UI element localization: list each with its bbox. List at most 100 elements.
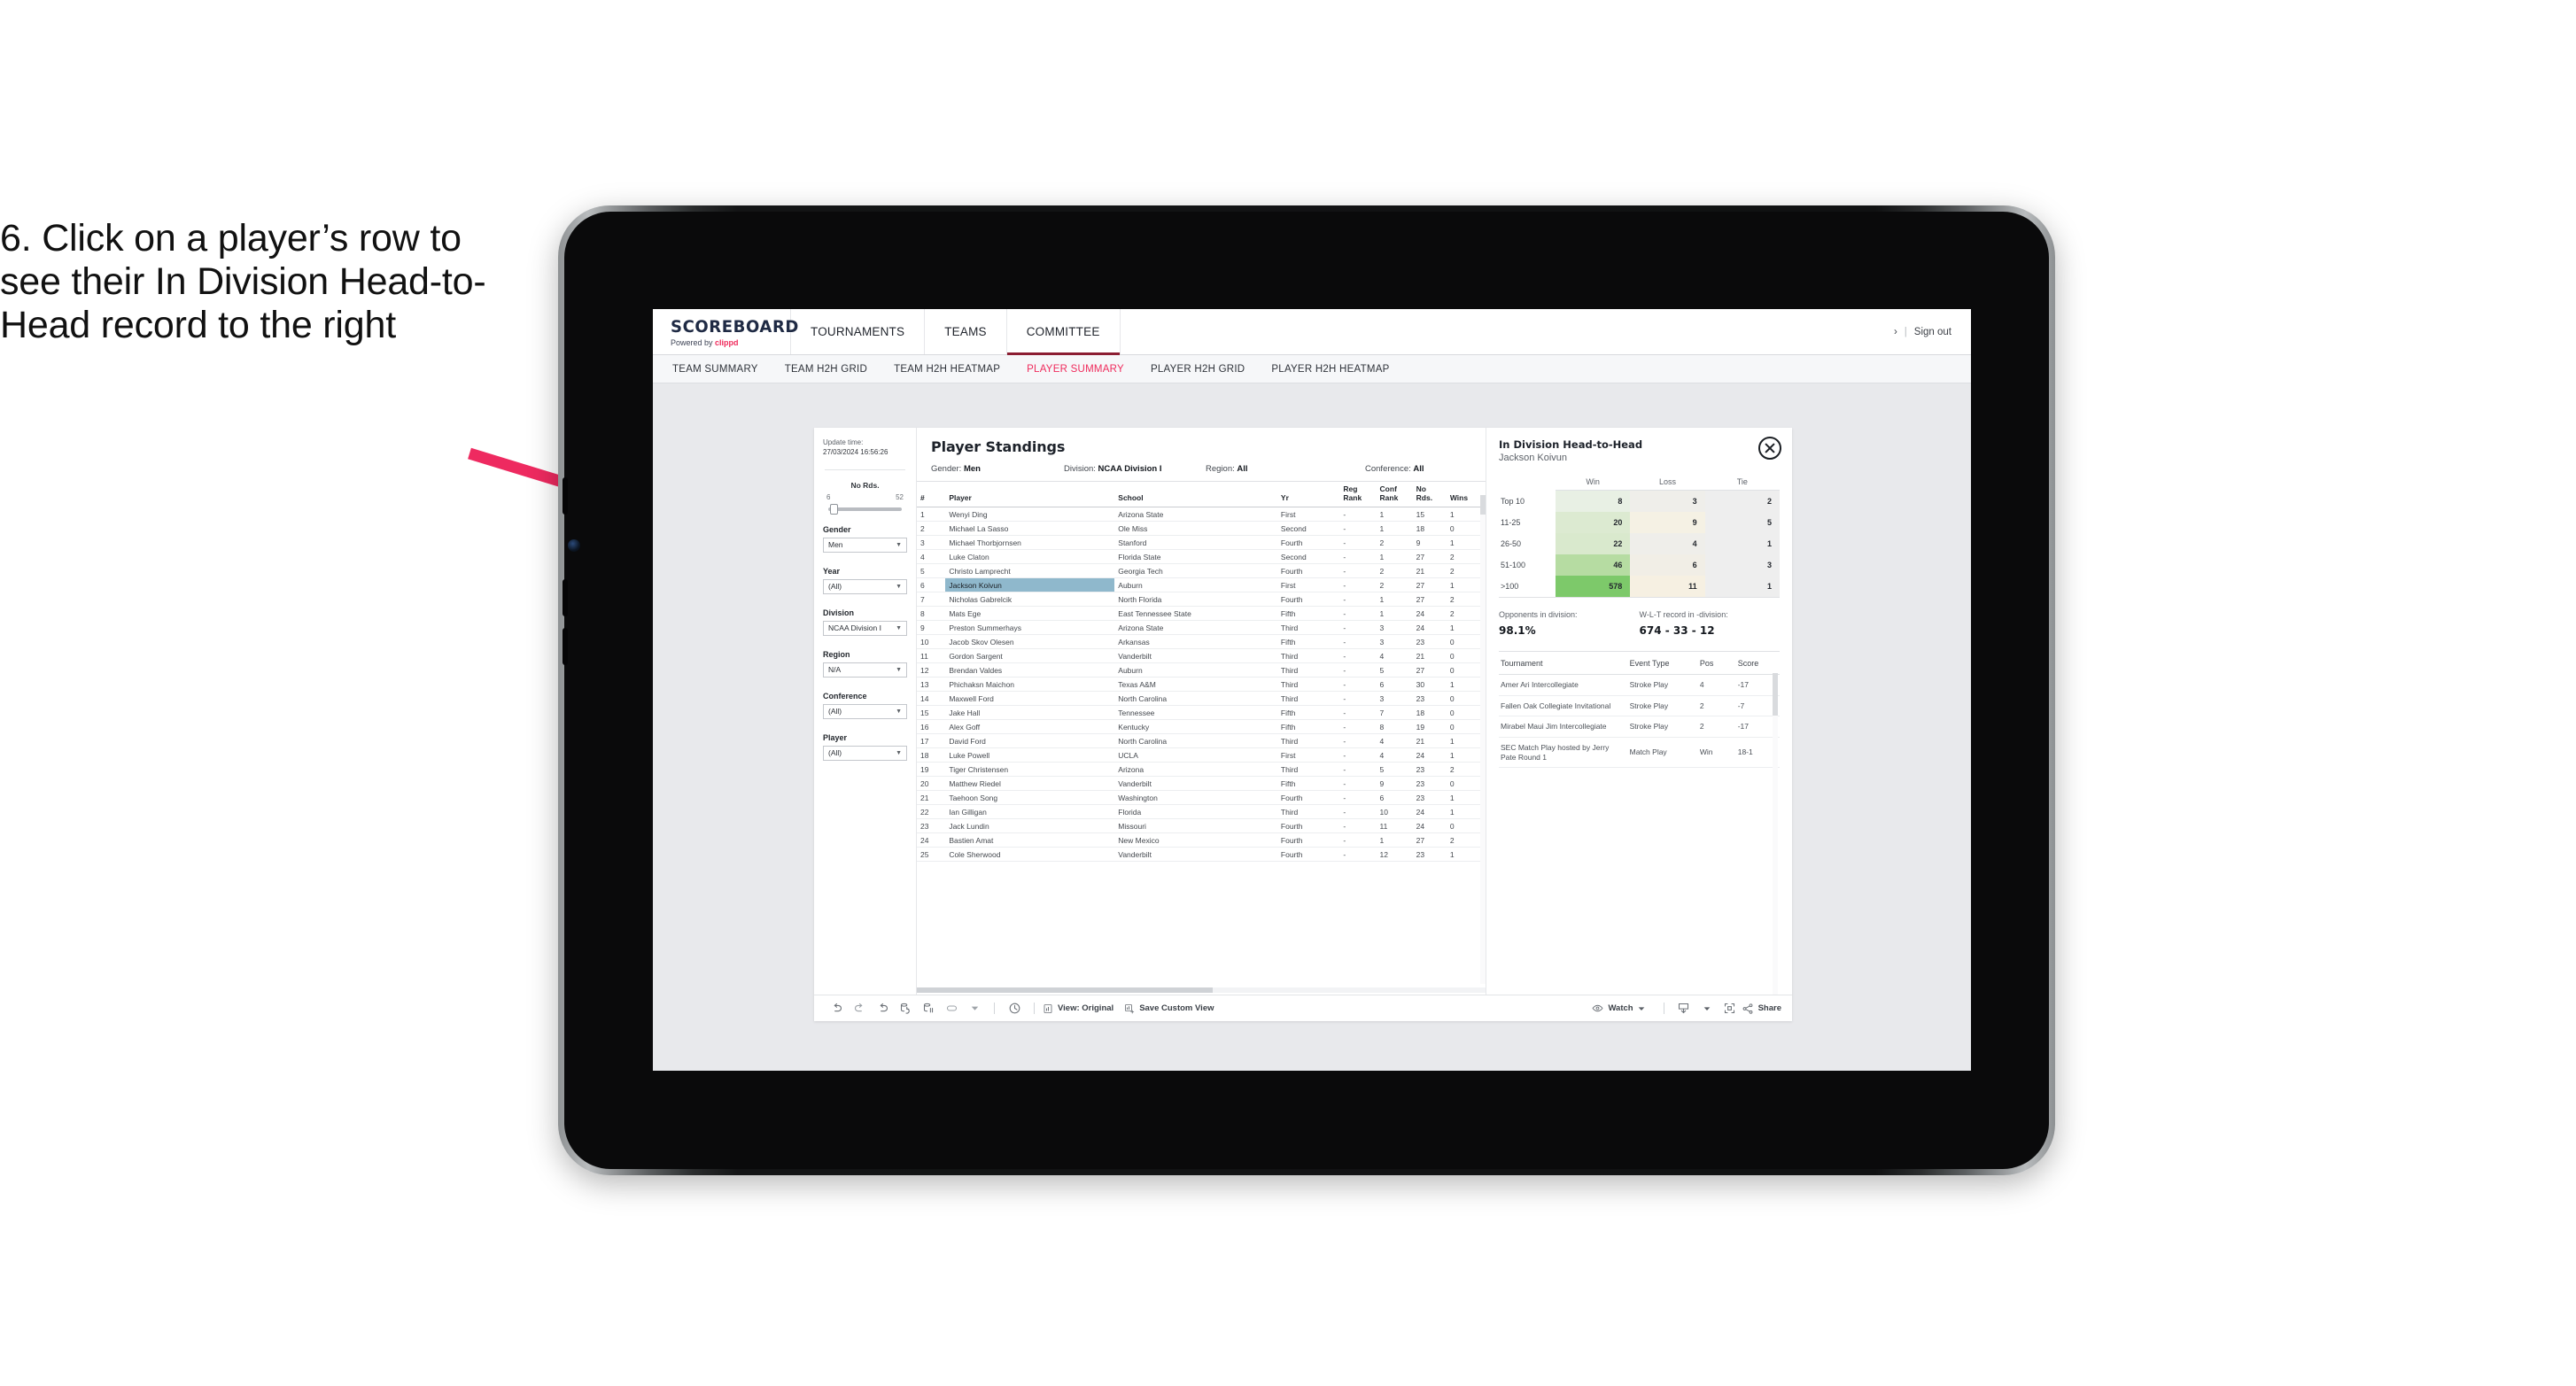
h2h-row: 51-100 46 6 3 (1499, 554, 1780, 576)
cell-rank: 11 (917, 648, 946, 663)
save-custom-view-button[interactable]: Save Custom View (1124, 1003, 1214, 1014)
tourney-scrollbar[interactable] (1773, 673, 1778, 995)
refresh-data-icon[interactable] (894, 999, 917, 1018)
table-row[interactable]: 22 Ian Gilligan Florida Third -10 24 1 (917, 804, 1486, 819)
slider-track[interactable] (828, 503, 902, 515)
redo-icon[interactable] (848, 999, 871, 1018)
tab-player-h2h-grid[interactable]: PLAYER H2H GRID (1151, 364, 1245, 375)
nav-item-tournaments[interactable]: TOURNAMENTS (791, 309, 926, 354)
col-rank[interactable]: # (917, 481, 946, 507)
table-row[interactable]: 17 David Ford North Carolina Third -4 21 1 (917, 733, 1486, 748)
table-row[interactable]: 11 Gordon Sargent Vanderbilt Third -4 21 0 (917, 648, 1486, 663)
table-row[interactable]: 16 Alex Goff Kentucky Fifth -8 19 0 (917, 719, 1486, 734)
download-icon[interactable] (1672, 999, 1695, 1018)
col-player[interactable]: Player (945, 481, 1115, 507)
tablet-device-frame: SCOREBOARD Powered by clippd TOURNAMENTS… (558, 205, 2055, 1175)
cell-player: Preston Summerhays (945, 620, 1115, 635)
cell-school: Arkansas (1114, 634, 1277, 649)
table-row[interactable]: 1 Wenyi Ding Arizona State First -1 15 1 (917, 507, 1486, 522)
filter-conference: Conference (All) ▼ (823, 692, 907, 719)
revert-icon[interactable] (871, 999, 894, 1018)
table-row[interactable]: 3 Michael Thorbjornsen Stanford Fourth -2 9 1 (917, 535, 1486, 550)
table-row[interactable]: 9 Preston Summerhays Arizona State Third -3 2… (917, 620, 1486, 635)
tourney-thead: Tournament Event Type Pos Score (1499, 659, 1780, 675)
tourney-tbody: Amer Ari Intercollegiate Stroke Play 4 -17 F… (1499, 674, 1780, 769)
nav-item-teams[interactable]: TEAMS (925, 309, 1007, 354)
filter-year-select[interactable]: (All) ▼ (823, 578, 907, 594)
table-row[interactable]: 20 Matthew Riedel Vanderbilt Fifth -9 23 0 (917, 776, 1486, 791)
cell-reg-rank: - (1339, 818, 1377, 833)
nav-item-committee[interactable]: COMMITTEE (1006, 309, 1121, 355)
table-row[interactable]: 24 Bastien Amat New Mexico Fourth -1 27 2 (917, 832, 1486, 848)
table-row[interactable]: 12 Brendan Valdes Auburn Third -5 27 0 (917, 662, 1486, 678)
table-row[interactable]: 13 Phichaksn Maichon Texas A&M Third -6 30 1 (917, 677, 1486, 692)
filter-gender-select[interactable]: Men ▼ (823, 537, 907, 553)
undo-icon[interactable] (825, 999, 848, 1018)
no-rounds-slider[interactable]: No Rds. 6 52 (823, 481, 907, 515)
close-circle-icon[interactable] (1758, 437, 1781, 460)
volume-up-button[interactable] (563, 477, 568, 515)
power-button[interactable] (563, 628, 568, 665)
filter-conference-label: Conference (823, 691, 867, 701)
toolbar-right-group: Watch Share (1592, 999, 1781, 1018)
table-row[interactable]: 14 Maxwell Ford North Carolina Third -3 23 0 (917, 691, 1486, 706)
chevron-down-icon: ▼ (896, 749, 902, 756)
volume-down-button[interactable] (563, 579, 568, 616)
fullscreen-icon[interactable] (1719, 999, 1742, 1018)
filter-conference-select[interactable]: (All) ▼ (823, 703, 907, 719)
tab-team-h2h-heatmap[interactable]: TEAM H2H HEATMAP (894, 364, 1000, 375)
table-row[interactable]: 19 Tiger Christensen Arizona Third -5 23 2 (917, 762, 1486, 777)
col-school[interactable]: School (1114, 481, 1277, 507)
table-row[interactable]: 23 Jack Lundin Missouri Fourth -11 24 0 (917, 818, 1486, 833)
col-no-rds[interactable]: No Rds. (1412, 481, 1447, 507)
tab-player-summary[interactable]: PLAYER SUMMARY (1027, 364, 1124, 375)
table-row[interactable]: 6 Jackson Koivun Auburn First -2 27 1 (917, 577, 1486, 592)
tournament-results-wrap: Tournament Event Type Pos Score Amer Ari… (1499, 651, 1780, 995)
filter-region-select[interactable]: N/A ▼ (823, 662, 907, 678)
table-row[interactable]: 7 Nicholas Gabrelcik North Florida Fourth -1… (917, 592, 1486, 607)
share-button[interactable]: Share (1742, 1003, 1781, 1015)
table-row[interactable]: 8 Mats Ege East Tennessee State Fifth -1 24 2 (917, 606, 1486, 621)
h2h-win-cell: 8 (1556, 490, 1631, 512)
table-row[interactable]: 21 Taehoon Song Washington Fourth -6 23 1 (917, 790, 1486, 805)
slider-handle[interactable] (830, 503, 838, 515)
cell-yr: Second (1276, 521, 1340, 536)
table-row[interactable]: 4 Luke Claton Florida State Second -1 27 2 (917, 549, 1486, 564)
standings-thead: # Player School Yr Reg Rank Conf Rank No… (917, 481, 1486, 507)
user-chevron-icon[interactable]: › (1894, 327, 1897, 337)
highlight-icon[interactable] (940, 999, 963, 1018)
chevron-down-icon[interactable] (1695, 999, 1719, 1018)
cell-school: Arizona (1114, 762, 1277, 777)
horizontal-scrollbar-thumb[interactable] (917, 987, 1213, 993)
tab-team-h2h-grid[interactable]: TEAM H2H GRID (785, 364, 867, 375)
cell-yr: Fourth (1276, 592, 1340, 607)
filter-division-select[interactable]: NCAA Division I ▼ (823, 620, 907, 636)
cell-school: Vanderbilt (1114, 648, 1277, 663)
history-icon[interactable] (1003, 999, 1026, 1018)
cell-yr: Fourth (1276, 847, 1340, 862)
cell-no-rds: 27 (1412, 832, 1447, 848)
table-row[interactable]: 10 Jacob Skov Olesen Arkansas Fifth -3 23 0 (917, 634, 1486, 649)
watch-button[interactable]: Watch (1592, 1003, 1644, 1014)
col-conf-rank[interactable]: Conf Rank (1376, 481, 1413, 507)
h2h-col-tie: Tie (1704, 477, 1780, 491)
table-row[interactable]: 18 Luke Powell UCLA First -4 24 1 (917, 747, 1486, 763)
filter-player-select[interactable]: (All) ▼ (823, 745, 907, 761)
tab-team-summary[interactable]: TEAM SUMMARY (672, 364, 758, 375)
pause-auto-update-icon[interactable] (917, 999, 940, 1018)
cell-rank: 25 (917, 847, 946, 862)
table-row[interactable]: 2 Michael La Sasso Ole Miss Second -1 18 0 (917, 521, 1486, 536)
horizontal-scrollbar[interactable] (917, 987, 1486, 993)
table-row[interactable]: 5 Christo Lamprecht Georgia Tech Fourth -2 21… (917, 563, 1486, 578)
sign-out-link[interactable]: Sign out (1914, 327, 1951, 337)
scoreboard-logo[interactable]: SCOREBOARD Powered by clippd (653, 309, 798, 354)
table-row[interactable]: 25 Cole Sherwood Vanderbilt Fourth -12 23 1 (917, 847, 1486, 862)
chevron-down-icon[interactable] (963, 999, 986, 1018)
col-reg-rank[interactable]: Reg Rank (1339, 481, 1377, 507)
table-row[interactable]: 15 Jake Hall Tennessee Fifth -7 18 0 (917, 705, 1486, 720)
col-yr[interactable]: Yr (1276, 481, 1340, 507)
tourney-scrollbar-thumb[interactable] (1773, 673, 1778, 716)
tab-player-h2h-heatmap[interactable]: PLAYER H2H HEATMAP (1271, 364, 1389, 375)
view-original-button[interactable]: View: Original (1043, 1003, 1113, 1014)
standings-scroll-area[interactable]: # Player School Yr Reg Rank Conf Rank No… (917, 481, 1486, 995)
